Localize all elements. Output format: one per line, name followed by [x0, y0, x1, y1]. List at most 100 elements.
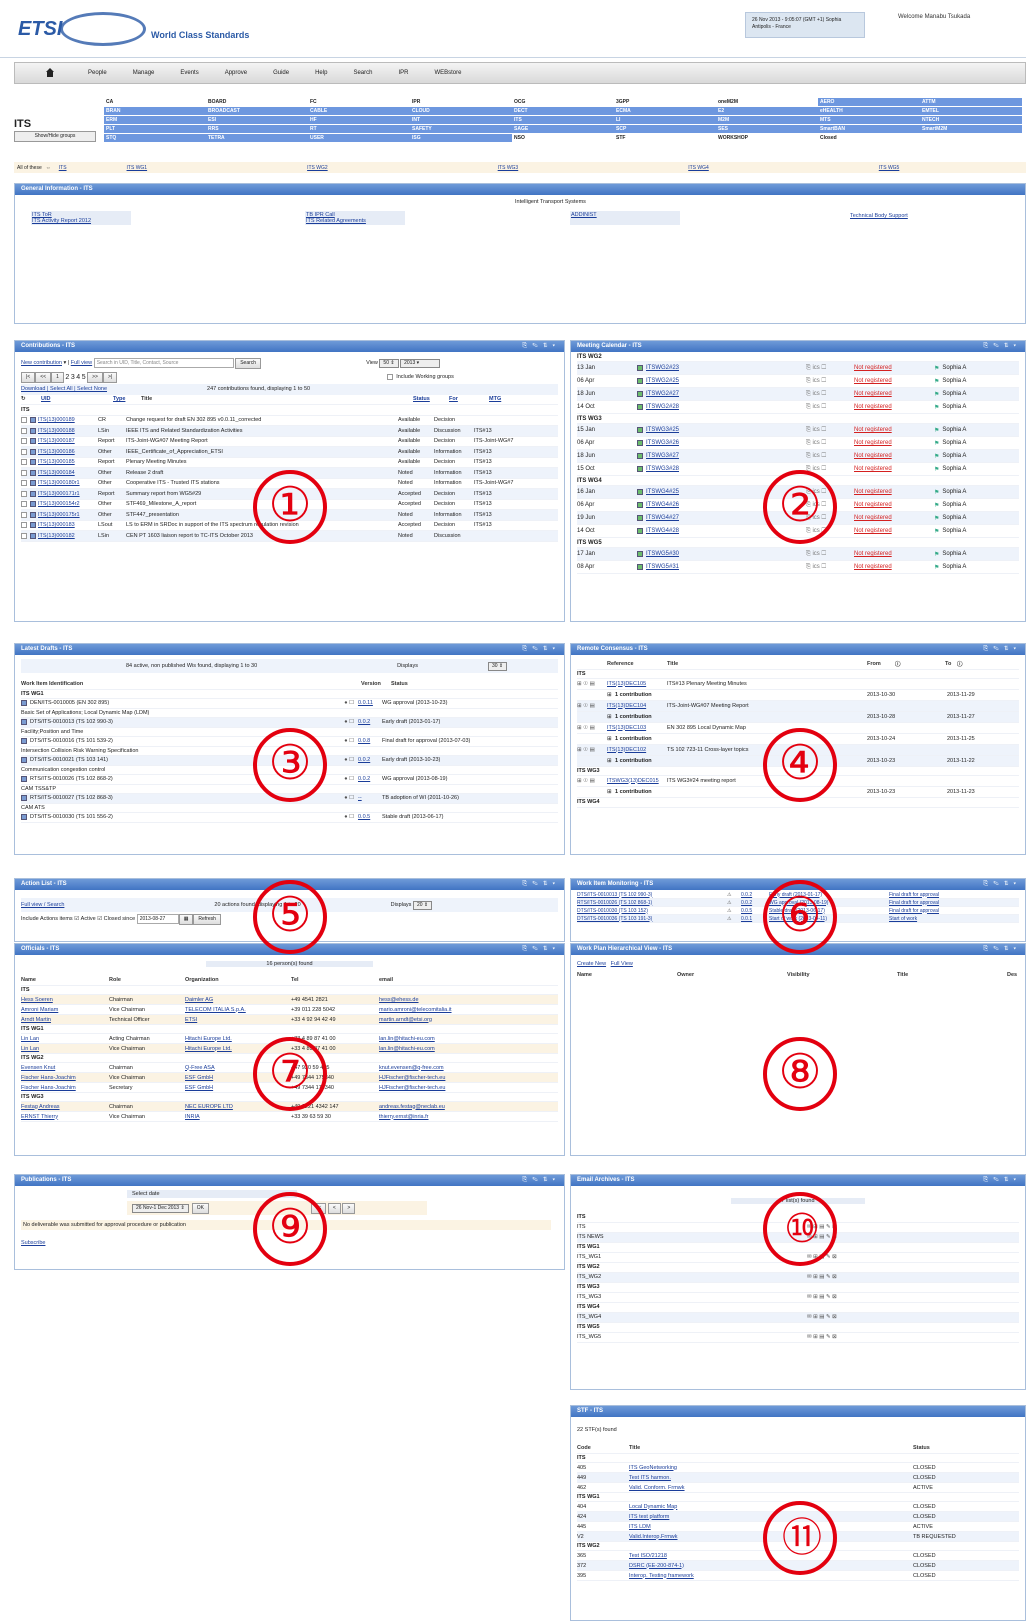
wg-link[interactable]: ITS WG1: [127, 165, 148, 171]
doc-icon[interactable]: [30, 438, 36, 445]
group-cell[interactable]: EMTEL: [920, 107, 1022, 116]
group-cell[interactable]: SmartBAN: [818, 125, 920, 134]
wim-id[interactable]: DTS/ITS-0010013 (TS 102 990-3): [577, 892, 727, 898]
nav-events[interactable]: Events: [180, 70, 198, 76]
closed-since-input[interactable]: 2013-08-27: [136, 914, 179, 924]
stf-title[interactable]: Valid. Conform. Frmwk: [629, 1485, 913, 1491]
official-name[interactable]: Fischer Hans-Joachim: [21, 1075, 109, 1081]
panel-tools-icon[interactable]: ⎘✎⇅▾: [522, 1175, 560, 1186]
official-email[interactable]: thierry.ernst@inria.fr: [379, 1114, 429, 1120]
group-cell[interactable]: ESI: [206, 116, 308, 125]
group-cell[interactable]: BROADCAST: [206, 107, 308, 116]
group-cell[interactable]: USER: [308, 134, 410, 143]
registration-status[interactable]: Not registered: [854, 466, 934, 472]
registration-status[interactable]: Not registered: [854, 515, 934, 521]
email-tools-icon[interactable]: ✉ ⊞ ▤ ✎ ⊠: [807, 1274, 837, 1280]
official-name[interactable]: Hess Soeren: [21, 997, 109, 1003]
official-name[interactable]: Lin Lan: [21, 1046, 109, 1052]
meeting-link[interactable]: ITSWG2#25: [646, 378, 806, 384]
group-cell[interactable]: [920, 134, 1022, 143]
nav-webstore[interactable]: WEBstore: [434, 70, 461, 76]
rc-reference[interactable]: ITS(13)DEC105: [607, 681, 667, 687]
doc-icon[interactable]: [30, 448, 36, 455]
calendar-icons[interactable]: ⎘ ics ☐: [806, 453, 854, 460]
group-cell[interactable]: RRS: [206, 125, 308, 134]
page-3[interactable]: 3: [71, 374, 75, 381]
registration-status[interactable]: Not registered: [854, 404, 934, 410]
official-org[interactable]: INRIA: [185, 1114, 291, 1120]
next-button[interactable]: >: [342, 1203, 356, 1214]
stf-title[interactable]: Test ITS harmon.: [629, 1475, 913, 1481]
wg-link[interactable]: ITS WG2: [307, 165, 328, 171]
panel-tools-icon[interactable]: ⎘✎⇅▾: [983, 644, 1021, 655]
expand-icon[interactable]: ⊞: [577, 789, 615, 795]
email-list-name[interactable]: ITS_WG3: [577, 1294, 807, 1300]
row-checkbox[interactable]: [21, 532, 27, 539]
official-org[interactable]: ETSI: [185, 1017, 291, 1023]
draft-id[interactable]: RTS/ITS-0010027 (TS 102 868-3): [30, 795, 300, 801]
meeting-link[interactable]: ITSWG5#30: [646, 551, 806, 557]
nav-ipr[interactable]: IPR: [398, 70, 408, 76]
registration-status[interactable]: Not registered: [854, 551, 934, 557]
official-name[interactable]: Arndt Martin: [21, 1017, 109, 1023]
calendar-icons[interactable]: ⎘ ics ☐: [806, 551, 854, 558]
calendar-icons[interactable]: ⎘ ics ☐: [806, 427, 854, 434]
activity-report-link[interactable]: ITS Activity Report 2012: [32, 218, 130, 224]
contribution-uid[interactable]: ITS(13)000180r1: [38, 480, 98, 486]
registration-status[interactable]: Not registered: [854, 427, 934, 433]
subscribe-link[interactable]: Subscribe: [21, 1240, 45, 1246]
email-list-name[interactable]: ITS_WG5: [577, 1334, 807, 1340]
wim-target[interactable]: Final draft for approval: [889, 900, 939, 906]
draft-version[interactable]: 0.0.8: [358, 738, 382, 744]
registration-status[interactable]: Not registered: [854, 453, 934, 459]
stf-title[interactable]: Local Dynamic Map: [629, 1504, 913, 1510]
contribution-uid[interactable]: ITS(13)000184: [38, 470, 98, 476]
page-4[interactable]: 4: [76, 374, 80, 381]
page-5[interactable]: 5: [82, 374, 86, 381]
row-checkbox[interactable]: [21, 427, 27, 434]
last-page-button[interactable]: >|: [102, 371, 118, 383]
home-icon[interactable]: [45, 68, 55, 78]
group-cell[interactable]: ECMA: [614, 107, 716, 116]
row-checkbox[interactable]: [21, 469, 27, 476]
expand-icon[interactable]: ⊞: [577, 736, 615, 742]
calendar-icons[interactable]: ⎘ ics ☐: [806, 365, 854, 372]
group-cell[interactable]: SAFETY: [410, 125, 512, 134]
row-checkbox[interactable]: [21, 501, 27, 508]
rc-reference[interactable]: ITS(13)DEC104: [607, 703, 667, 709]
action-full-view-link[interactable]: Full view / Search: [21, 902, 64, 908]
wim-tools[interactable]: ⚠: [727, 908, 741, 914]
contribution-uid[interactable]: ITS(13)000185: [38, 459, 98, 465]
official-email[interactable]: hess@ehess.de: [379, 997, 419, 1003]
official-email[interactable]: mario.amroni@telecomitalia.it: [379, 1007, 452, 1013]
official-org[interactable]: TELECOM ITALIA S.p.A.: [185, 1007, 291, 1013]
email-list-name[interactable]: ITS_WG2: [577, 1274, 807, 1280]
group-cell[interactable]: WORKSHOP: [716, 134, 818, 143]
wg-link[interactable]: ITS WG5: [879, 165, 900, 171]
official-name[interactable]: Fischer Hans-Joachim: [21, 1085, 109, 1091]
expand-icon[interactable]: ⊞: [577, 692, 615, 698]
group-cell[interactable]: OCG: [512, 98, 614, 107]
draft-version[interactable]: 0.0.2: [358, 757, 382, 763]
meeting-link[interactable]: ITSWG2#28: [646, 404, 806, 410]
group-cell[interactable]: DECT: [512, 107, 614, 116]
wim-target[interactable]: Final draft for approval: [889, 908, 939, 914]
group-cell[interactable]: M2M: [716, 116, 818, 125]
draft-id[interactable]: DTS/ITS-0010013 (TS 102 990-3): [30, 719, 300, 725]
official-email[interactable]: HJFischer@fischer-tech.eu: [379, 1085, 445, 1091]
col-uid[interactable]: UID: [41, 396, 113, 402]
email-list-name[interactable]: ITS_WG1: [577, 1254, 807, 1260]
date-range-select[interactable]: 26 Nov-1 Dec 2013 ⇕: [132, 1204, 189, 1213]
page-1[interactable]: 1: [51, 371, 64, 383]
official-name[interactable]: Amroni Mariam: [21, 1007, 109, 1013]
email-tools-icon[interactable]: ✉ ⊞ ▤ ✎ ⊠: [807, 1334, 837, 1340]
info-icon[interactable]: ⓘ: [957, 660, 963, 668]
doc-icon[interactable]: [21, 776, 27, 782]
calendar-icons[interactable]: ⎘ ics ☐: [806, 440, 854, 447]
group-cell[interactable]: oneM2M: [716, 98, 818, 107]
nav-guide[interactable]: Guide: [273, 70, 289, 76]
group-cell[interactable]: LI: [614, 116, 716, 125]
wim-target[interactable]: Final draft for approval: [889, 892, 939, 898]
doc-icon[interactable]: [30, 427, 36, 434]
row-checkbox[interactable]: [21, 490, 27, 497]
